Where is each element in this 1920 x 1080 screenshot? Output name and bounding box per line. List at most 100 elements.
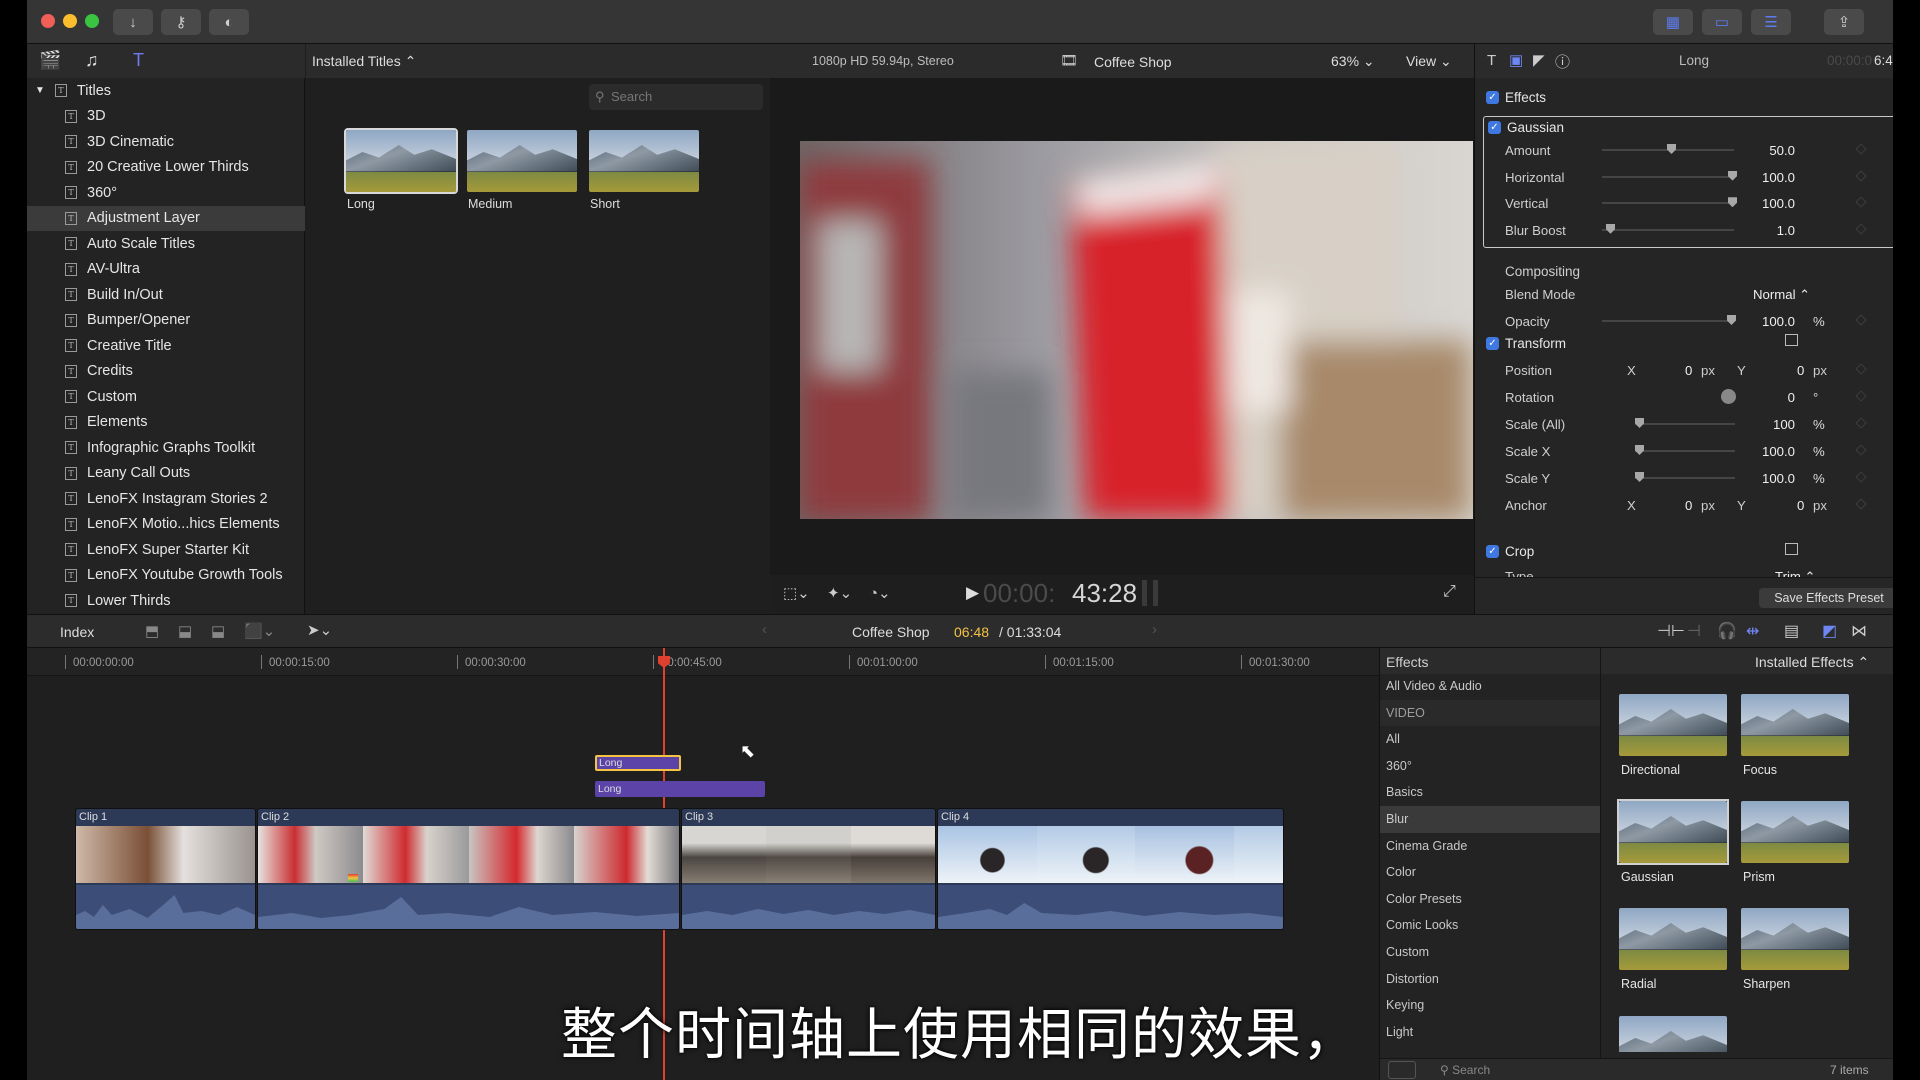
param-slider[interactable] (1602, 144, 1734, 154)
sidebar-root-titles[interactable]: ▼ T Titles (27, 78, 305, 104)
sidebar-item[interactable]: T Build In/Out (27, 282, 305, 308)
sidebar-item[interactable]: T LenoFX Instagram Stories 2 (27, 486, 305, 512)
rotation-value[interactable]: 0 (1788, 390, 1795, 405)
effects-category[interactable]: All (1380, 726, 1600, 753)
video-clip-4[interactable]: Clip 4 (937, 808, 1284, 930)
param-value[interactable]: 50.0 (1769, 143, 1795, 158)
title-thumb-medium[interactable] (467, 130, 577, 192)
blend-mode-dropdown[interactable]: Normal ⌃ (1753, 287, 1810, 303)
sidebar-item[interactable]: T 20 Creative Lower Thirds (27, 155, 305, 181)
view-dropdown[interactable]: View ⌄ (1406, 53, 1452, 70)
zoom-button[interactable] (85, 14, 99, 28)
crop-onscreen-icon[interactable] (1785, 543, 1798, 555)
sidebar-item[interactable]: T Auto Scale Titles (27, 231, 305, 257)
effect-thumb[interactable] (1619, 694, 1727, 756)
title-clip-long-selected[interactable]: Long (595, 755, 681, 771)
enhance-menu-icon[interactable]: ✦⌄ (827, 584, 852, 602)
titles-generators-icon[interactable]: T (133, 50, 144, 71)
crop-type-dropdown[interactable]: Trim ⌃ (1775, 569, 1816, 577)
param-value[interactable]: 1.0 (1777, 223, 1795, 238)
effects-category[interactable]: 360° (1380, 753, 1600, 780)
title-thumb-long[interactable] (344, 128, 458, 194)
installed-titles-dropdown[interactable]: Installed Titles ⌃ (312, 53, 416, 70)
effects-category[interactable]: Distortion (1380, 966, 1600, 993)
param-slider[interactable] (1602, 197, 1737, 208)
video-clip-3[interactable]: Clip 3 (681, 808, 936, 930)
effects-category[interactable]: Comic Looks (1380, 912, 1600, 939)
headphones-icon[interactable]: 🎧 (1717, 621, 1737, 641)
scale-x-value[interactable]: 100.0 (1762, 444, 1795, 459)
param-slider[interactable] (1602, 170, 1737, 181)
close-button[interactable] (41, 14, 55, 28)
titles-search-input[interactable]: ⚲ Search (589, 84, 763, 110)
param-slider[interactable] (1602, 223, 1734, 234)
keyframe-icon[interactable] (1855, 444, 1867, 456)
slider-knob[interactable] (1606, 223, 1615, 234)
effects-checkbox[interactable]: ✓ (1486, 91, 1499, 104)
sidebar-item[interactable]: T LenoFX Youtube Growth Tools (27, 563, 305, 589)
select-tool-icon[interactable]: ➤⌄ (307, 621, 332, 639)
sidebar-item[interactable]: T Bumper/Opener (27, 308, 305, 334)
gaussian-checkbox[interactable]: ✓ (1488, 121, 1501, 134)
crop-checkbox[interactable]: ✓ (1486, 545, 1499, 558)
title-thumb-short[interactable] (589, 130, 699, 192)
keyframe-icon[interactable] (1855, 498, 1867, 510)
sidebar-item[interactable]: T Infographic Graphs Toolkit (27, 435, 305, 461)
append-clip-icon[interactable]: ⬓ (211, 622, 225, 640)
keyframe-icon[interactable] (1855, 223, 1867, 235)
sidebar-item[interactable]: T 360° (27, 180, 305, 206)
transform-onscreen-icon[interactable] (1785, 334, 1798, 346)
scale-all-value[interactable]: 100 (1773, 417, 1795, 432)
opacity-slider[interactable] (1602, 315, 1736, 325)
title-clip-long[interactable]: Long (595, 781, 765, 797)
speed-menu-icon[interactable]: ◔⌄ (869, 584, 891, 602)
effects-category[interactable]: Basics (1380, 779, 1600, 806)
anchor-y-value[interactable]: 0 (1797, 498, 1804, 513)
keyframe-icon[interactable] (1855, 314, 1867, 326)
back-arrow-icon[interactable]: ‹ (762, 621, 767, 638)
zoom-dropdown[interactable]: 63% ⌄ (1331, 53, 1375, 70)
transform-checkbox[interactable]: ✓ (1486, 337, 1499, 350)
snapping-icon[interactable]: ⇹ (1746, 621, 1759, 641)
color-inspector-icon[interactable]: ◤ (1533, 51, 1545, 69)
video-clip-1[interactable]: Clip 1 (75, 808, 256, 930)
sidebar-item[interactable]: T Adjustment Layer (27, 205, 305, 231)
sidebar-item[interactable]: T 3D (27, 104, 305, 130)
sidebar-item[interactable]: T 3D Cinematic (27, 129, 305, 155)
skimming-icon[interactable]: ⊣⊢ (1657, 621, 1685, 641)
import-button[interactable]: ↓ (113, 9, 153, 35)
param-value[interactable]: 100.0 (1762, 196, 1795, 211)
inspector-toggle-button[interactable]: ☰ (1751, 9, 1791, 35)
scale-all-slider[interactable] (1635, 418, 1735, 428)
info-icon[interactable]: ⓘ (1555, 51, 1570, 72)
sidebar-item[interactable]: T AV-Ultra (27, 257, 305, 283)
play-button[interactable]: ▶ (966, 583, 979, 603)
effects-browser-icon[interactable]: ◩ (1822, 621, 1837, 641)
photos-audio-icon[interactable]: ♫ (85, 50, 99, 71)
sidebar-item[interactable]: T Creative Title (27, 333, 305, 359)
transitions-browser-icon[interactable]: ⋈ (1851, 621, 1867, 641)
timeline-toggle-button[interactable]: ▭ (1702, 9, 1742, 35)
scale-y-slider[interactable] (1635, 472, 1735, 482)
anchor-x-value[interactable]: 0 (1685, 498, 1692, 513)
effects-category[interactable]: Cinema Grade (1380, 833, 1600, 860)
index-button[interactable]: Index (60, 624, 94, 640)
share-button[interactable]: ⇪ (1824, 9, 1864, 35)
sidebar-item[interactable]: T Custom (27, 384, 305, 410)
keyframe-icon[interactable] (1855, 143, 1867, 155)
effect-thumb[interactable] (1741, 908, 1849, 970)
clip-appearance-icon[interactable]: ▤ (1784, 621, 1799, 641)
slider-knob[interactable] (1667, 144, 1676, 154)
sidebar-item[interactable]: T LenoFX Motio...hics Elements (27, 512, 305, 538)
video-clip-2[interactable]: Clip 2 (257, 808, 680, 930)
sidebar-item[interactable]: T LenoFX Super Starter Kit (27, 537, 305, 563)
rotation-dial[interactable] (1721, 389, 1736, 404)
position-y-value[interactable]: 0 (1797, 363, 1804, 378)
scale-x-slider[interactable] (1635, 445, 1735, 455)
sidebar-item[interactable]: T Elements (27, 410, 305, 436)
effects-category[interactable]: Blur (1380, 806, 1600, 833)
keyframe-icon[interactable] (1855, 417, 1867, 429)
save-effects-preset-button[interactable]: Save Effects Preset (1759, 588, 1893, 608)
position-x-value[interactable]: 0 (1685, 363, 1692, 378)
keyframe-icon[interactable] (1855, 196, 1867, 208)
